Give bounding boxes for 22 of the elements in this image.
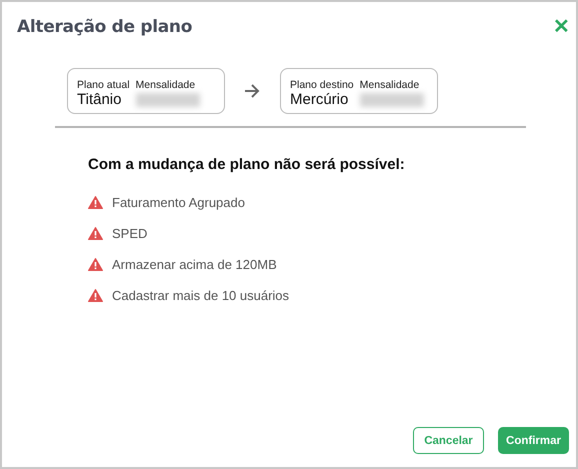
warning-heading: Com a mudança de plano não será possível: bbox=[88, 156, 406, 173]
close-button[interactable]: ✕ bbox=[553, 17, 570, 37]
redacted-price bbox=[360, 93, 424, 107]
plan-name: Mercúrio bbox=[290, 91, 350, 109]
cancel-button[interactable]: Cancelar bbox=[413, 427, 484, 454]
confirm-button[interactable]: Confirmar bbox=[498, 427, 569, 454]
dialog-title: Alteração de plano bbox=[17, 17, 192, 37]
redacted-price bbox=[136, 93, 200, 107]
warning-icon bbox=[88, 196, 103, 209]
restriction-item: Armazenar acima de 120MB bbox=[112, 257, 277, 272]
plan-name: Titânio bbox=[77, 91, 122, 109]
warning-icon bbox=[88, 227, 103, 240]
restriction-item: SPED bbox=[112, 226, 148, 241]
restriction-item: Faturamento Agrupado bbox=[112, 195, 245, 210]
warning-icon bbox=[88, 289, 103, 302]
price-label: Mensalidade bbox=[136, 79, 196, 91]
warning-icon bbox=[88, 258, 103, 271]
price-label: Mensalidade bbox=[360, 79, 420, 91]
arrow-right-icon bbox=[244, 84, 260, 98]
plan-label: Plano destino bbox=[290, 79, 354, 91]
plan-label: Plano atual bbox=[77, 79, 130, 91]
restriction-item: Cadastrar mais de 10 usuários bbox=[112, 288, 290, 303]
